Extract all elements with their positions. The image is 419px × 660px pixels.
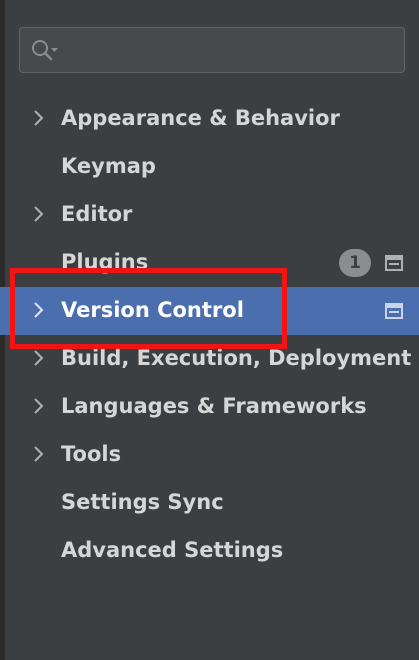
tree-item-languages-frameworks[interactable]: Languages & Frameworks [0, 383, 419, 431]
chevron-right-icon[interactable] [30, 108, 48, 128]
tree-item-label: Version Control [61, 298, 244, 322]
settings-search-box[interactable] [19, 27, 405, 73]
project-settings-icon [385, 255, 403, 271]
tree-item-settings-sync[interactable]: Settings Sync [0, 479, 419, 527]
tree-item-version-control[interactable]: Version Control [0, 287, 419, 335]
tree-item-label: Plugins [61, 250, 149, 274]
settings-tree: Appearance & Behavior Keymap Editor Plug… [0, 95, 419, 575]
search-input[interactable] [68, 36, 398, 66]
tree-item-label: Keymap [61, 154, 156, 178]
tree-item-advanced-settings[interactable]: Advanced Settings [0, 527, 419, 575]
chevron-right-icon[interactable] [30, 204, 48, 224]
tree-item-label: Languages & Frameworks [61, 394, 367, 418]
tree-item-label: Advanced Settings [61, 538, 284, 562]
tree-item-tools[interactable]: Tools [0, 431, 419, 479]
tree-item-label: Build, Execution, Deployment [61, 346, 412, 370]
tree-item-keymap[interactable]: Keymap [0, 143, 419, 191]
chevron-right-icon[interactable] [30, 396, 48, 416]
project-settings-icon [385, 303, 403, 319]
update-count-badge: 1 [339, 249, 371, 277]
tree-item-editor[interactable]: Editor [0, 191, 419, 239]
search-icon[interactable] [30, 38, 62, 64]
chevron-right-icon[interactable] [30, 348, 48, 368]
tree-item-plugins[interactable]: Plugins 1 [0, 239, 419, 287]
tree-item-appearance-behavior[interactable]: Appearance & Behavior [0, 95, 419, 143]
settings-panel: Appearance & Behavior Keymap Editor Plug… [0, 0, 419, 660]
tree-item-label: Editor [61, 202, 133, 226]
tree-item-build-execution-deployment[interactable]: Build, Execution, Deployment [0, 335, 419, 383]
tree-item-label: Settings Sync [61, 490, 224, 514]
chevron-right-icon[interactable] [30, 444, 48, 464]
tree-item-label: Tools [61, 442, 122, 466]
tree-item-label: Appearance & Behavior [61, 106, 340, 130]
chevron-right-icon[interactable] [30, 300, 48, 320]
